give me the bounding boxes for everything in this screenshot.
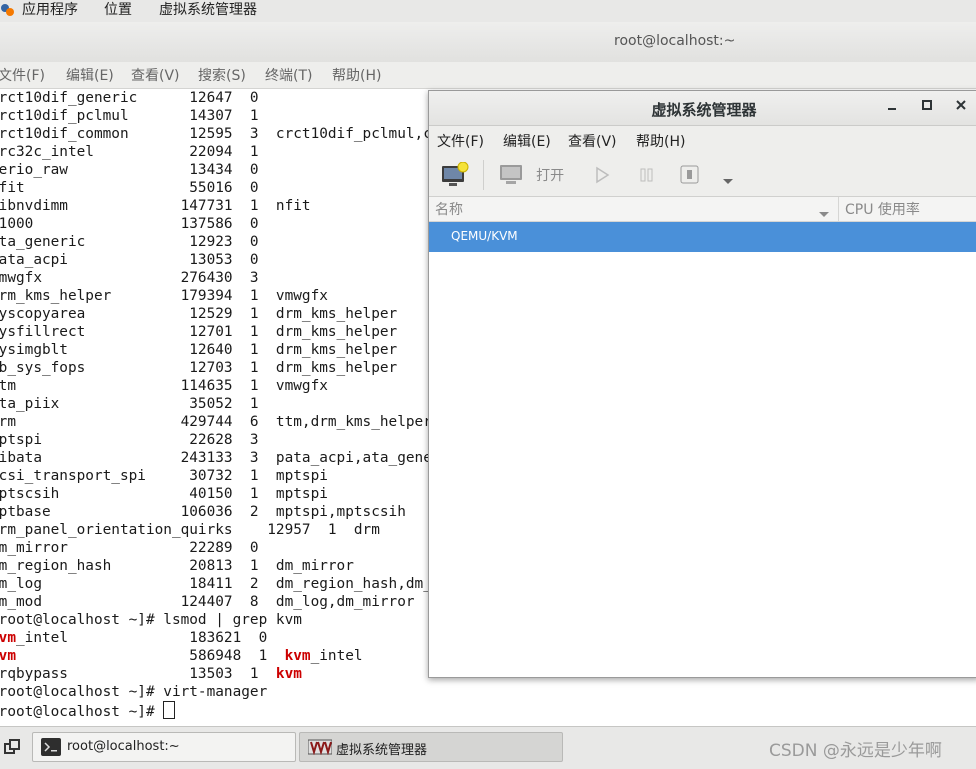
vm-menu-edit[interactable]: 编辑(E) [503,131,551,151]
column-cpu-header[interactable]: CPU 使用率 [845,199,920,219]
maximize-icon [922,100,932,110]
terminal-line: vmwgfx 276430 3 [0,270,259,286]
taskbar-terminal-label: root@localhost:~ [67,739,180,754]
maximize-button[interactable] [917,97,937,117]
terminal-line-irqbypass: irqbypass 13503 1 kvm [0,666,302,682]
terminal-menu-view[interactable]: 查看(V) [131,65,180,85]
terminal-line: libnvdimm 147731 1 nfit [0,198,311,214]
kvm-highlight: kvm [0,648,16,664]
terminal-line: serio_raw 13434 0 [0,162,259,178]
terminal-line: crct10dif_pclmul 14307 1 [0,108,259,124]
chevron-down-icon [723,179,733,184]
terminal-menubar: 文件(F) 编辑(E) 查看(V) 搜索(S) 终端(T) 帮助(H) [0,62,976,89]
terminal-line: drm_panel_orientation_quirks 12957 1 drm [0,522,380,538]
column-divider [838,197,839,221]
open-vm-button[interactable]: 打开 [499,163,564,187]
virt-manager-window: 虚拟系统管理器 文件(F) 编辑(E) 查看(V) 帮助(H) 打开 名称 CP… [428,90,976,678]
connection-name: QEMU/KVM [451,229,518,243]
virt-manager-titlebar[interactable]: 虚拟系统管理器 [429,91,976,126]
terminal-line: sysimgblt 12640 1 drm_kms_helper [0,342,398,358]
minimize-icon [888,108,896,110]
pause-icon [640,168,653,182]
terminal-line: e1000 137586 0 [0,216,259,232]
terminal-menu-terminal[interactable]: 终端(T) [265,65,312,85]
terminal-menu-search[interactable]: 搜索(S) [198,65,246,85]
taskbar-virt-manager-label: 虚拟系统管理器 [336,743,428,758]
terminal-line: dm_region_hash 20813 1 dm_mirror [0,558,354,574]
virt-manager-toolbar: 打开 [429,154,976,197]
terminal-menu-help[interactable]: 帮助(H) [332,65,381,85]
vm-menu-file[interactable]: 文件(F) [437,131,484,151]
applications-icon[interactable] [0,2,16,18]
taskbar-virt-manager-button[interactable]: 虚拟系统管理器 [299,732,563,762]
terminal-menu-file[interactable]: 文件(F) [0,65,45,85]
virt-manager-icon [307,739,333,759]
shutdown-icon [680,165,699,184]
terminal-line: dm_log 18411 2 dm_region_hash,dm_mirror [0,576,484,592]
close-icon [956,100,966,110]
terminal-line: dm_mod 124407 8 dm_log,dm_mirror [0,594,415,610]
vm-menu-help[interactable]: 帮助(H) [636,131,685,151]
virt-manager-menubar: 文件(F) 编辑(E) 查看(V) 帮助(H) [429,126,976,154]
toolbar-separator [483,160,484,190]
watermark: CSDN @永远是少年啊 [769,741,942,761]
monitor-icon [500,165,522,184]
terminal-menu-edit[interactable]: 编辑(E) [66,65,114,85]
terminal-line-kvm-intel: kvm_intel 183621 0 [0,630,267,646]
pause-button[interactable] [639,166,655,188]
terminal-line: mptbase 106036 2 mptspi,mptscsih [0,504,406,520]
terminal-title: root@localhost:~ [614,33,736,49]
terminal-command-virt-manager: [root@localhost ~]# virt-manager [0,684,268,700]
terminal-line: scsi_transport_spi 30732 1 mptspi [0,468,328,484]
column-name-header[interactable]: 名称 [435,199,463,219]
terminal-line: ata_piix 35052 1 [0,396,259,412]
close-button[interactable] [951,97,971,117]
terminal-command-lsmod: [root@localhost ~]# lsmod | grep kvm [0,612,302,628]
terminal-line: drm 429744 6 ttm,drm_kms_helper,vmwgfx [0,414,493,430]
show-desktop-button[interactable] [4,739,20,759]
terminal-prompt[interactable]: [root@localhost ~]# [0,701,176,720]
terminal-line: drm_kms_helper 179394 1 vmwgfx [0,288,328,304]
taskbar-terminal-button[interactable]: root@localhost:~ [32,732,296,762]
terminal-line: crc32c_intel 22094 1 [0,144,259,160]
sort-chevron-icon[interactable] [818,206,830,222]
vm-menu-view[interactable]: 查看(V) [568,131,617,151]
terminal-line: mptspi 22628 3 [0,432,259,448]
terminal-line: mptscsih 40150 1 mptspi [0,486,328,502]
terminal-titlebar[interactable]: root@localhost:~ [0,22,976,63]
minimize-button[interactable] [883,97,903,117]
terminal-line-kvm: kvm 586948 1 kvm_intel [0,648,363,664]
applications-menu[interactable]: 应用程序 [22,0,78,20]
terminal-line: syscopyarea 12529 1 drm_kms_helper [0,306,398,322]
vm-list-header: 名称 CPU 使用率 [429,197,976,222]
terminal-cursor [163,701,176,719]
terminal-icon [41,738,61,760]
workspace-icon [4,739,20,754]
terminal-line: dm_mirror 22289 0 [0,540,259,556]
terminal-line: crct10dif_generic 12647 0 [0,90,259,106]
shutdown-button[interactable] [679,164,701,190]
active-app-menu[interactable]: 虚拟系统管理器 [159,0,257,20]
kvm-highlight: kvm [275,666,302,682]
top-panel: 应用程序 位置 虚拟系统管理器 [0,0,976,23]
open-label: 打开 [536,168,565,184]
play-icon [596,166,610,184]
places-menu[interactable]: 位置 [104,0,132,20]
terminal-line: pata_acpi 13053 0 [0,252,259,268]
terminal-line: fb_sys_fops 12703 1 drm_kms_helper [0,360,398,376]
new-vm-icon [442,161,469,186]
kvm-highlight: kvm [0,630,16,646]
new-vm-button[interactable] [441,161,469,192]
connection-row[interactable]: QEMU/KVM [429,222,976,252]
shutdown-menu-button[interactable] [722,171,734,190]
terminal-line: sysfillrect 12701 1 drm_kms_helper [0,324,398,340]
kvm-highlight: kvm [284,648,311,664]
terminal-line: nfit 55016 0 [0,180,259,196]
terminal-line: ata_generic 12923 0 [0,234,259,250]
run-button[interactable] [594,166,610,188]
terminal-line: ttm 114635 1 vmwgfx [0,378,328,394]
